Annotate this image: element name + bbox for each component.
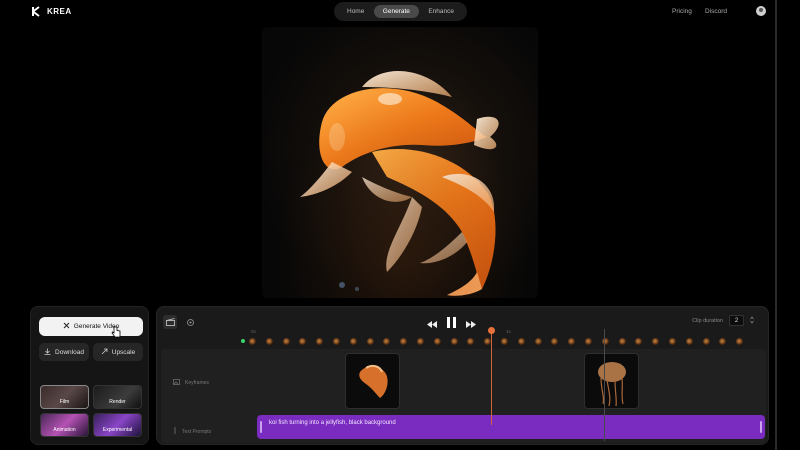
download-icon bbox=[44, 348, 51, 357]
tab-generate[interactable]: Generate bbox=[373, 5, 419, 18]
style-animation-label: Animation bbox=[53, 427, 76, 433]
upscale-button[interactable]: Upscale bbox=[93, 343, 143, 361]
top-bar: KREA Home Generate Enhance Pricing Disco… bbox=[0, 0, 800, 24]
text-prompt-clip[interactable]: koi fish turning into a jellyfish, black… bbox=[257, 415, 765, 439]
frame-thumbnail[interactable] bbox=[417, 338, 424, 345]
text-prompts-label: Text Prompts bbox=[182, 428, 212, 435]
upscale-icon bbox=[101, 348, 108, 357]
frame-thumbnail[interactable] bbox=[316, 338, 324, 345]
prompt-end-handle[interactable] bbox=[760, 421, 762, 433]
video-preview bbox=[262, 27, 538, 298]
image-icon bbox=[173, 379, 180, 387]
style-render[interactable]: Render bbox=[93, 385, 142, 409]
keyframes-label: Keyframes bbox=[185, 380, 209, 386]
style-animation[interactable]: Animation bbox=[40, 413, 89, 437]
frame-thumbnail[interactable] bbox=[282, 338, 290, 345]
frame-thumbnail[interactable] bbox=[534, 338, 542, 345]
style-experimental-label: Experimental bbox=[102, 427, 133, 433]
prompt-text[interactable]: koi fish turning into a jellyfish, black… bbox=[269, 420, 396, 426]
krea-logo-icon bbox=[32, 6, 41, 17]
style-film[interactable]: Film bbox=[40, 385, 89, 409]
frame-thumbnail[interactable] bbox=[517, 338, 525, 345]
user-avatar[interactable] bbox=[756, 6, 766, 16]
main-nav: Home Generate Enhance bbox=[334, 2, 467, 21]
tab-home[interactable]: Home bbox=[338, 5, 373, 18]
scrollbar[interactable] bbox=[775, 0, 777, 450]
stepper-icon[interactable] bbox=[750, 315, 754, 326]
track-area: Keyframes Text Prompts koi fish turning … bbox=[161, 349, 766, 443]
frame-thumbnail[interactable] bbox=[601, 338, 609, 345]
time-ruler: 0s 1s bbox=[251, 329, 751, 337]
frame-thumbnail[interactable] bbox=[400, 338, 408, 345]
sparkle-icon bbox=[63, 322, 70, 331]
frame-thumbnail[interactable] bbox=[333, 338, 340, 345]
clip-duration-label: Clip duration bbox=[692, 317, 723, 324]
generate-video-button[interactable]: Generate Video bbox=[39, 317, 143, 336]
frame-thumbnail[interactable] bbox=[551, 338, 559, 345]
frame-thumbnail[interactable] bbox=[719, 338, 727, 345]
preview-glow bbox=[262, 67, 538, 298]
clip-duration-input[interactable]: 2 bbox=[729, 315, 744, 326]
hand-cursor-icon bbox=[111, 325, 121, 343]
start-marker bbox=[241, 339, 245, 343]
frame-thumbnail[interactable] bbox=[702, 338, 710, 345]
frame-thumbnail[interactable] bbox=[585, 338, 592, 345]
settings-gear-icon[interactable] bbox=[183, 315, 197, 329]
keyframe-2[interactable] bbox=[584, 353, 639, 409]
frame-thumbnail[interactable] bbox=[349, 338, 357, 345]
playhead-line[interactable] bbox=[491, 329, 492, 425]
text-cursor-icon bbox=[173, 427, 177, 436]
ruler-start-label: 0s bbox=[251, 329, 256, 334]
secondary-marker bbox=[604, 329, 605, 441]
style-grid: Film Render Animation Experimental bbox=[40, 385, 142, 437]
frame-thumbnail[interactable] bbox=[685, 338, 693, 345]
style-experimental[interactable]: Experimental bbox=[93, 413, 142, 437]
playhead-handle[interactable] bbox=[488, 327, 495, 334]
download-label: Download bbox=[55, 348, 84, 356]
frame-thumbnail[interactable] bbox=[568, 338, 576, 345]
discord-link[interactable]: Discord bbox=[705, 8, 727, 15]
frame-thumbnail[interactable] bbox=[501, 338, 508, 345]
frame-thumbnail[interactable] bbox=[736, 338, 744, 345]
frame-thumbnail[interactable] bbox=[265, 338, 273, 345]
app-logo[interactable]: KREA bbox=[32, 6, 72, 17]
frame-thumbnail[interactable] bbox=[618, 338, 626, 345]
left-panel: Generate Video Download Upscale Film Ren… bbox=[30, 306, 149, 445]
upscale-label: Upscale bbox=[111, 348, 136, 356]
ruler-mid-label: 1s bbox=[506, 329, 511, 334]
frame-thumbnail[interactable] bbox=[433, 338, 441, 345]
download-button[interactable]: Download bbox=[39, 343, 89, 361]
keyframe-1[interactable] bbox=[345, 353, 400, 409]
clapperboard-icon[interactable] bbox=[163, 315, 177, 329]
prompt-start-handle[interactable] bbox=[260, 421, 262, 433]
frame-thumbnail[interactable] bbox=[249, 338, 256, 345]
timeline-panel: Clip duration 2 0s 1s Keyframes Text Pro… bbox=[156, 306, 769, 445]
app-name: KREA bbox=[47, 7, 72, 16]
clip-duration: Clip duration 2 bbox=[692, 315, 754, 326]
pricing-link[interactable]: Pricing bbox=[672, 8, 692, 15]
frame-thumbnail[interactable] bbox=[652, 338, 660, 345]
frame-thumbnail[interactable] bbox=[467, 338, 475, 345]
frame-thumbnail[interactable] bbox=[450, 338, 458, 345]
frame-thumbnail[interactable] bbox=[366, 338, 374, 345]
tab-enhance[interactable]: Enhance bbox=[419, 5, 463, 18]
frame-strip[interactable] bbox=[241, 337, 757, 347]
frame-thumbnail[interactable] bbox=[669, 338, 676, 345]
keyframes-track-label: Keyframes bbox=[173, 379, 209, 387]
frame-thumbnail[interactable] bbox=[635, 338, 643, 345]
style-render-label: Render bbox=[109, 399, 126, 405]
frame-thumbnail[interactable] bbox=[299, 338, 307, 345]
frame-thumbnail[interactable] bbox=[383, 338, 391, 345]
style-film-label: Film bbox=[59, 399, 70, 405]
text-prompts-track-label: Text Prompts bbox=[173, 427, 211, 436]
